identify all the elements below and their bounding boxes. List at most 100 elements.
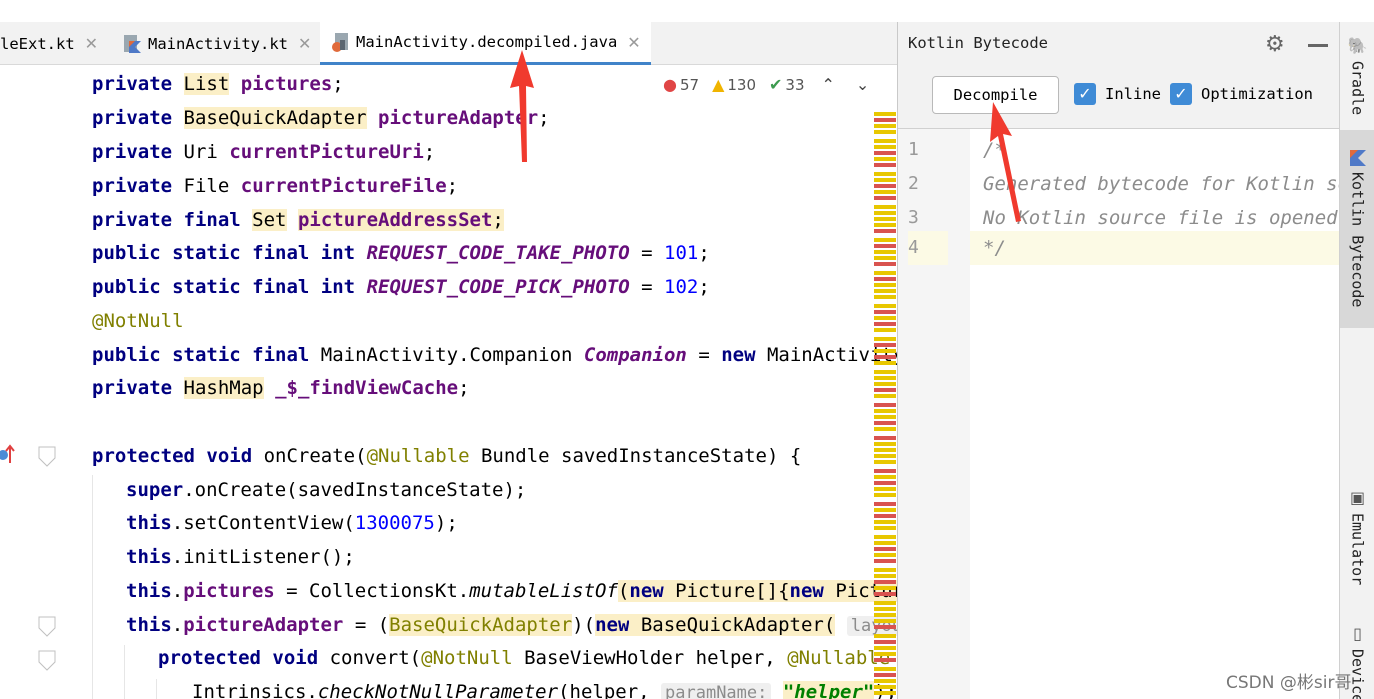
stripe-marker[interactable] (874, 328, 896, 332)
stripe-marker[interactable] (874, 547, 896, 551)
bytecode-viewer[interactable]: 1 2 3 4 /* Generated bytecode for Kotlin… (898, 128, 1339, 699)
stripe-marker[interactable] (874, 640, 896, 644)
stripe-marker[interactable] (874, 559, 896, 563)
stripe-marker[interactable] (874, 652, 896, 656)
stripe-marker[interactable] (874, 124, 896, 128)
tab-mainactivity-kt[interactable]: MainActivity.kt ✕ (122, 22, 311, 65)
stripe-marker[interactable] (874, 619, 896, 623)
stripe-marker[interactable] (874, 613, 896, 617)
prev-highlight-icon[interactable]: ⌃ (822, 75, 835, 94)
tab-mainactivity-decompiled-java[interactable]: MainActivity.decompiled.java ✕ (320, 22, 651, 65)
close-icon[interactable]: ✕ (627, 33, 640, 52)
stripe-marker[interactable] (874, 217, 896, 221)
stripe-marker[interactable] (874, 223, 896, 227)
stripe-marker[interactable] (874, 487, 896, 491)
stripe-marker[interactable] (874, 238, 896, 242)
stripe-marker[interactable] (874, 574, 896, 578)
stripe-marker[interactable] (874, 283, 896, 287)
stripe-marker[interactable] (874, 157, 896, 161)
code-editor[interactable]: private List pictures; private BaseQuick… (0, 65, 897, 699)
minimize-icon[interactable] (1308, 44, 1328, 47)
stripe-marker[interactable] (874, 349, 896, 353)
stripe-marker[interactable] (874, 139, 896, 143)
stripe-marker[interactable] (874, 448, 896, 452)
inline-checkbox[interactable]: ✓ Inline (1074, 83, 1161, 105)
stripe-marker[interactable] (874, 295, 896, 299)
optimization-checkbox[interactable]: ✓ Optimization (1170, 83, 1313, 105)
stripe-marker[interactable] (874, 130, 896, 134)
stripe-marker[interactable] (874, 436, 896, 440)
next-highlight-icon[interactable]: ⌄ (856, 75, 869, 94)
stripe-marker[interactable] (874, 580, 896, 584)
stripe-marker[interactable] (874, 568, 896, 572)
stripe-marker[interactable] (874, 304, 896, 308)
stripe-marker[interactable] (874, 526, 896, 530)
stripe-marker[interactable] (874, 112, 896, 116)
stripe-marker[interactable] (874, 475, 896, 479)
tool-window-kotlin-bytecode[interactable]: Kotlin Bytecode (1340, 130, 1374, 328)
stripe-marker[interactable] (874, 685, 896, 689)
close-icon[interactable]: ✕ (298, 34, 311, 53)
stripe-marker[interactable] (874, 454, 896, 458)
stripe-marker[interactable] (874, 376, 896, 380)
stripe-marker[interactable] (874, 145, 896, 149)
stripe-marker[interactable] (874, 535, 896, 539)
stripe-marker[interactable] (874, 151, 896, 155)
stripe-marker[interactable] (874, 679, 896, 683)
close-icon[interactable]: ✕ (85, 34, 98, 53)
stripe-marker[interactable] (874, 190, 896, 194)
stripe-marker[interactable] (874, 343, 896, 347)
stripe-marker[interactable] (874, 601, 896, 605)
stripe-marker[interactable] (874, 691, 896, 695)
stripe-marker[interactable] (874, 520, 896, 524)
stripe-marker[interactable] (874, 184, 896, 188)
stripe-marker[interactable] (874, 316, 896, 320)
stripe-marker[interactable] (874, 667, 896, 671)
stripe-marker[interactable] (874, 415, 896, 419)
gear-icon[interactable]: ⚙ (1265, 32, 1285, 57)
stripe-marker[interactable] (874, 229, 896, 233)
stripe-marker[interactable] (874, 658, 896, 662)
stripe-marker[interactable] (874, 421, 896, 425)
stripe-marker[interactable] (874, 244, 896, 248)
stripe-marker[interactable] (874, 355, 896, 359)
fold-icon[interactable] (38, 650, 56, 672)
stripe-marker[interactable] (874, 634, 896, 638)
stripe-marker[interactable] (874, 289, 896, 293)
stripe-marker[interactable] (874, 592, 896, 596)
stripe-marker[interactable] (874, 196, 896, 200)
tab-fileext-kt[interactable]: leExt.kt ✕ (0, 22, 98, 65)
stripe-marker[interactable] (874, 250, 896, 254)
tool-window-gradle[interactable]: 🐘 Gradle (1340, 36, 1374, 136)
stripe-marker[interactable] (874, 310, 896, 314)
stripe-marker[interactable] (874, 541, 896, 545)
stripe-marker[interactable] (874, 607, 896, 611)
stripe-marker[interactable] (874, 178, 896, 182)
stripe-marker[interactable] (874, 493, 896, 497)
override-marker-icon[interactable] (0, 443, 20, 467)
inspection-widget[interactable]: ● 57 ▲ 130 ✔ 33 ⌃ ⌄ (663, 75, 872, 94)
fold-icon[interactable] (38, 616, 56, 638)
stripe-marker[interactable] (874, 370, 896, 374)
stripe-marker[interactable] (874, 337, 896, 341)
tool-window-emulator[interactable]: ▣ Emulator (1340, 488, 1374, 618)
stripe-marker[interactable] (874, 586, 896, 590)
stripe-marker[interactable] (874, 469, 896, 473)
stripe-marker[interactable] (874, 271, 896, 275)
stripe-marker[interactable] (874, 118, 896, 122)
stripe-marker[interactable] (874, 382, 896, 386)
stripe-marker[interactable] (874, 442, 896, 446)
stripe-marker[interactable] (874, 553, 896, 557)
stripe-marker[interactable] (874, 514, 896, 518)
stripe-marker[interactable] (874, 502, 896, 506)
stripe-marker[interactable] (874, 256, 896, 260)
stripe-marker[interactable] (874, 403, 896, 407)
stripe-marker[interactable] (874, 277, 896, 281)
fold-icon[interactable] (38, 446, 56, 468)
stripe-marker[interactable] (874, 625, 896, 629)
stripe-marker[interactable] (874, 460, 896, 464)
stripe-marker[interactable] (874, 163, 896, 167)
stripe-marker[interactable] (874, 646, 896, 650)
stripe-marker[interactable] (874, 322, 896, 326)
stripe-marker[interactable] (874, 508, 896, 512)
